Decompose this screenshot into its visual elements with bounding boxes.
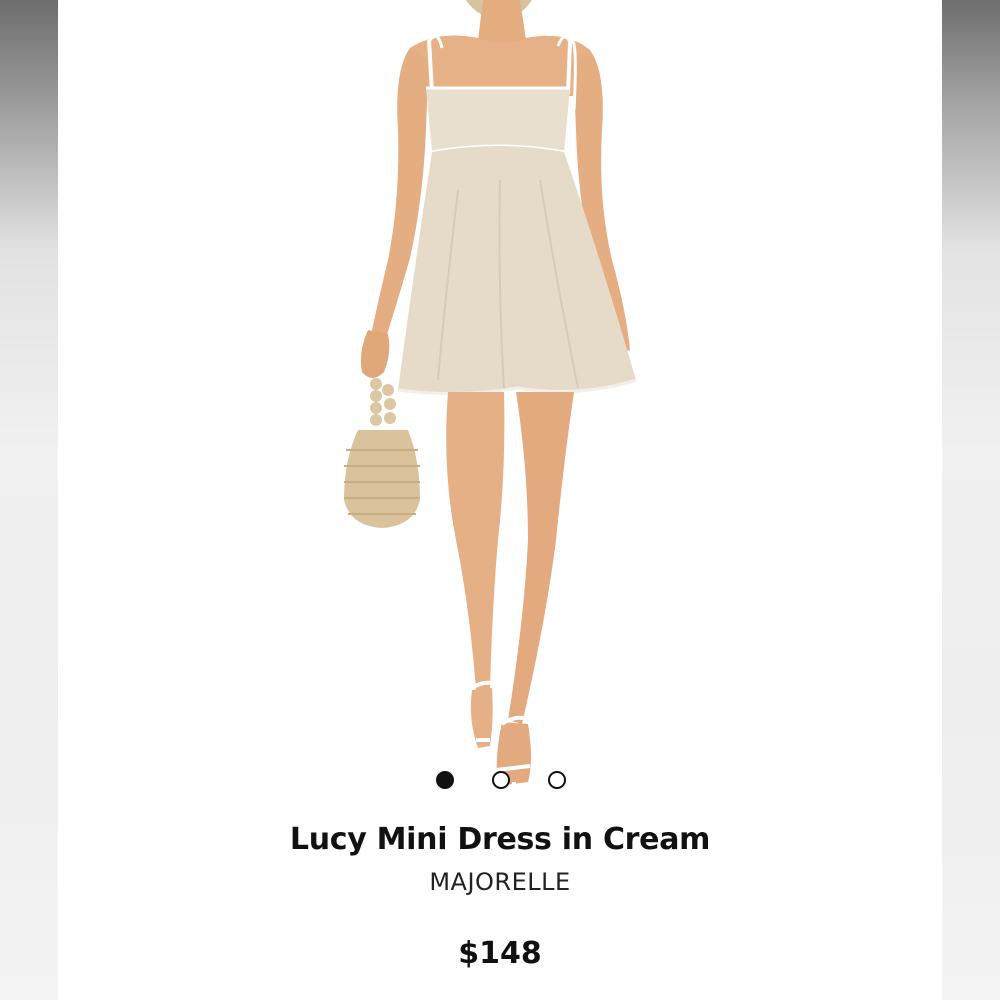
image-carousel-dots [436, 771, 566, 789]
carousel-dot-1[interactable] [436, 771, 454, 789]
carousel-dot-3[interactable] [548, 771, 566, 789]
product-image[interactable] [58, 0, 942, 800]
product-title: Lucy Mini Dress in Cream [289, 822, 711, 857]
product-price: $148 [458, 936, 542, 971]
carousel-dot-2[interactable] [492, 771, 510, 789]
product-brand[interactable]: MAJORELLE [58, 868, 942, 896]
right-frame [942, 0, 1000, 1000]
product-page: Lucy Mini Dress in Cream MAJORELLE $148 [58, 0, 942, 1000]
left-frame [0, 0, 58, 1000]
